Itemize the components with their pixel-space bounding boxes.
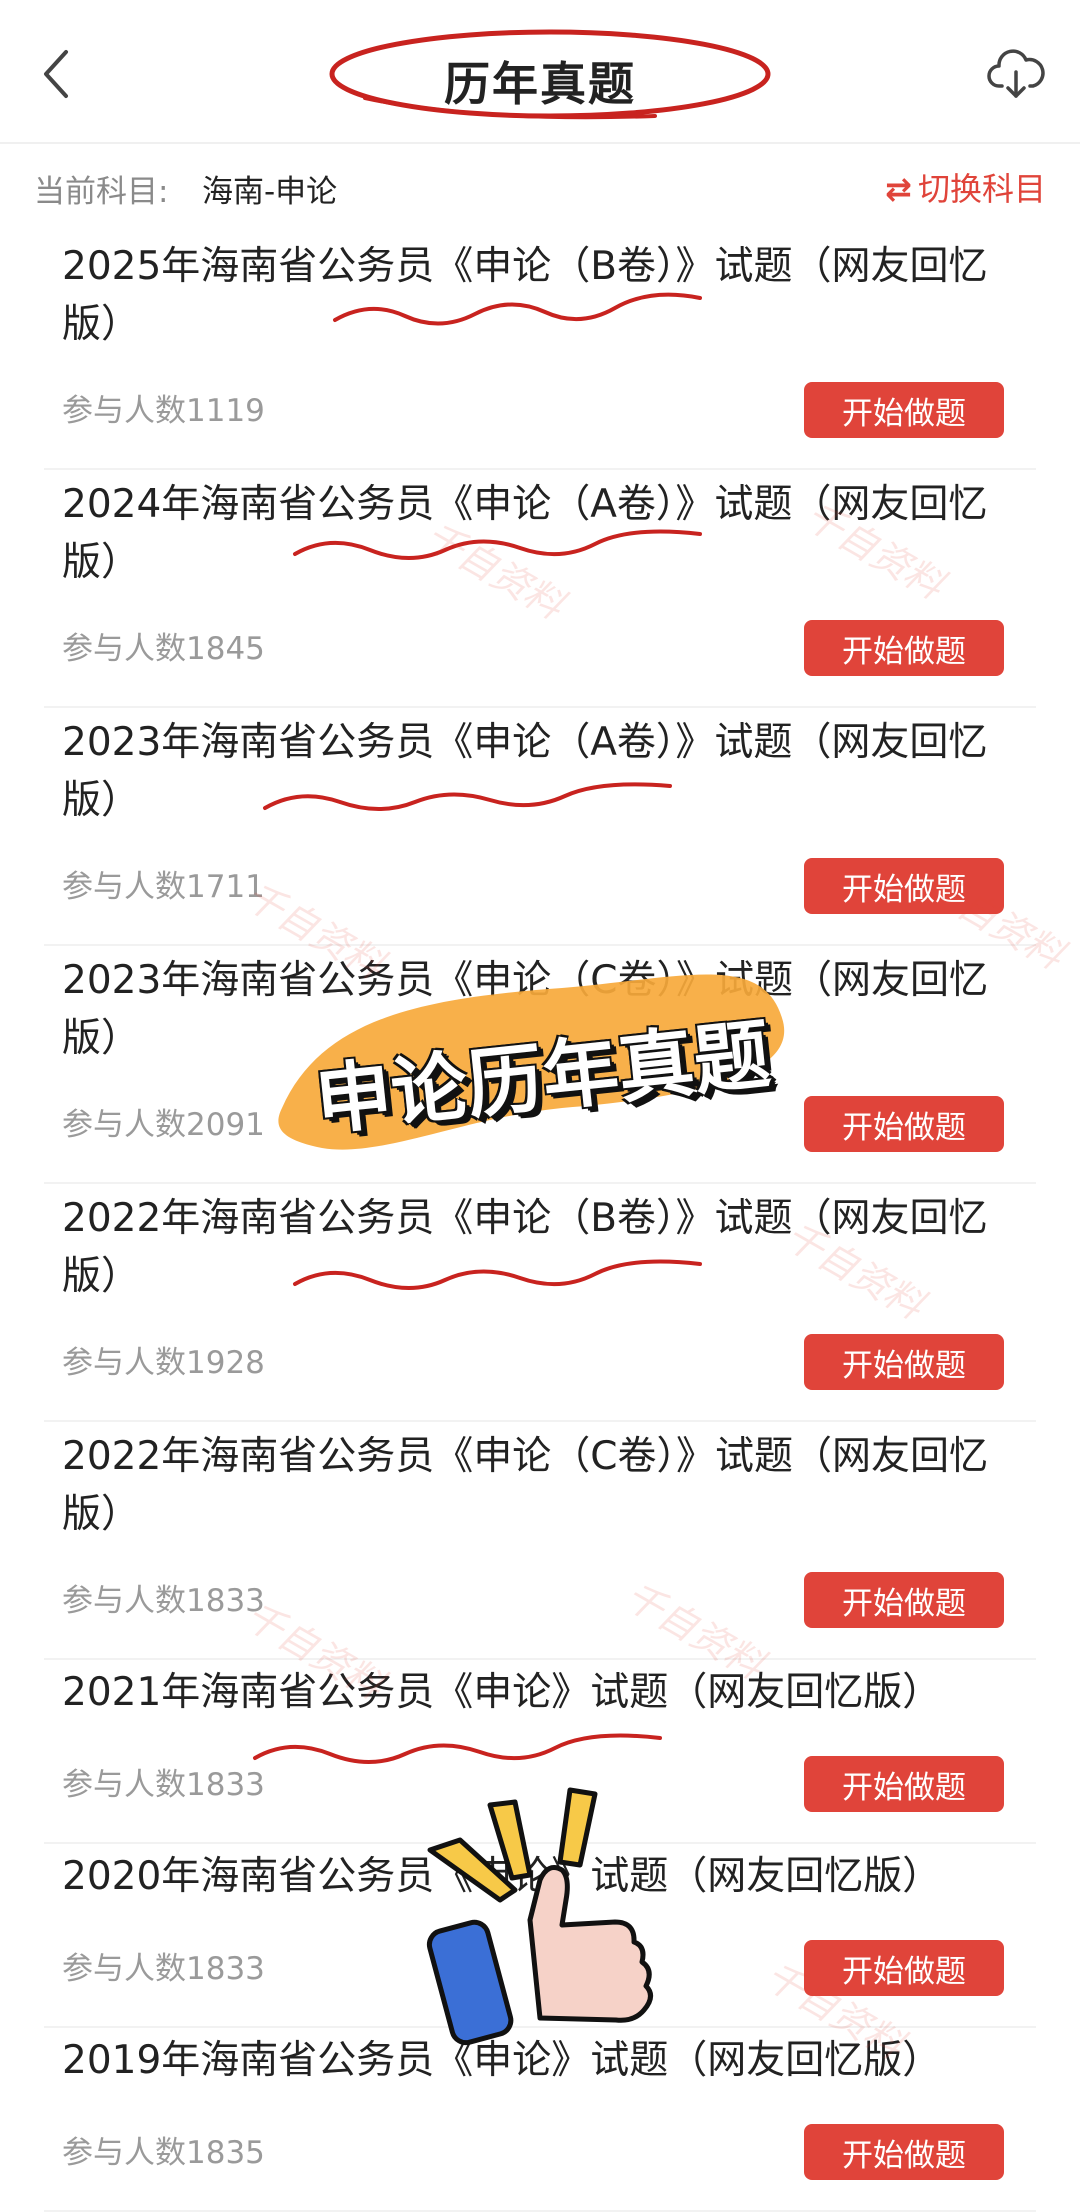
item-participant-count: 参与人数1833: [62, 1583, 265, 1619]
item-title: 2021年海南省公务员《申论》试题（网友回忆版）: [62, 1670, 942, 1715]
item-participant-count: 参与人数1845: [62, 631, 265, 667]
subject-bar: 当前科目: 海南-申论 ⇄ 切换科目: [0, 150, 1080, 230]
switch-subject-label: 切换科目: [917, 170, 1046, 208]
list-item[interactable]: 2022年海南省公务员《申论（B卷）》试题（网友回忆版） 参与人数1928 开始…: [44, 1184, 1036, 1422]
start-button[interactable]: 开始做题: [804, 1334, 1004, 1390]
item-participant-count: 参与人数1833: [62, 1767, 265, 1803]
switch-subject-button[interactable]: ⇄ 切换科目: [885, 164, 1046, 210]
subject-label: 当前科目:: [34, 174, 169, 210]
download-button[interactable]: [986, 44, 1046, 104]
list-item[interactable]: 2022年海南省公务员《申论（C卷）》试题（网友回忆版） 参与人数1833 开始…: [44, 1422, 1036, 1660]
start-button[interactable]: 开始做题: [804, 1756, 1004, 1812]
start-button[interactable]: 开始做题: [804, 382, 1004, 438]
start-button[interactable]: 开始做题: [804, 1572, 1004, 1628]
list-item[interactable]: 2020年海南省公务员《申论》试题（网友回忆版） 参与人数1833 开始做题: [44, 1844, 1036, 2028]
swap-icon: ⇄: [885, 170, 912, 208]
start-button[interactable]: 开始做题: [804, 2124, 1004, 2180]
item-title: 2019年海南省公务员《申论》试题（网友回忆版）: [62, 2038, 942, 2083]
item-title: 2023年海南省公务员《申论（A卷）》试题（网友回忆版）: [62, 720, 988, 823]
start-button[interactable]: 开始做题: [804, 1940, 1004, 1996]
item-title: 2022年海南省公务员《申论（C卷）》试题（网友回忆版）: [62, 1434, 988, 1537]
list-item[interactable]: 2023年海南省公务员《申论（A卷）》试题（网友回忆版） 参与人数1711 开始…: [44, 708, 1036, 946]
list-item[interactable]: 2025年海南省公务员《申论（B卷）》试题（网友回忆版） 参与人数1119 开始…: [44, 232, 1036, 470]
cloud-download-icon: [987, 49, 1045, 98]
start-button[interactable]: 开始做题: [804, 620, 1004, 676]
item-participant-count: 参与人数1835: [62, 2135, 265, 2171]
top-bar: 历年真题: [0, 0, 1080, 144]
item-title: 2023年海南省公务员《申论（C卷）》试题（网友回忆版）: [62, 958, 988, 1061]
item-title: 2020年海南省公务员《申论》试题（网友回忆版）: [62, 1854, 942, 1899]
item-title: 2022年海南省公务员《申论（B卷）》试题（网友回忆版）: [62, 1196, 988, 1299]
list-item[interactable]: 2019年海南省公务员《申论》试题（网友回忆版） 参与人数1835 开始做题: [44, 2028, 1036, 2212]
page-title: 历年真题: [444, 57, 636, 111]
list-item[interactable]: 2024年海南省公务员《申论（A卷）》试题（网友回忆版） 参与人数1845 开始…: [44, 470, 1036, 708]
item-participant-count: 参与人数2091: [62, 1107, 265, 1143]
item-title: 2025年海南省公务员《申论（B卷）》试题（网友回忆版）: [62, 244, 988, 347]
item-participant-count: 参与人数1928: [62, 1345, 265, 1381]
list-item[interactable]: 2021年海南省公务员《申论》试题（网友回忆版） 参与人数1833 开始做题: [44, 1660, 1036, 1844]
start-button[interactable]: 开始做题: [804, 1096, 1004, 1152]
subject-value: 海南-申论: [202, 174, 338, 210]
item-participant-count: 参与人数1711: [62, 869, 265, 905]
item-participant-count: 参与人数1119: [62, 393, 265, 429]
exam-list: 2025年海南省公务员《申论（B卷）》试题（网友回忆版） 参与人数1119 开始…: [0, 232, 1080, 2212]
list-item[interactable]: 2023年海南省公务员《申论（C卷）》试题（网友回忆版） 参与人数2091 开始…: [44, 946, 1036, 1184]
item-participant-count: 参与人数1833: [62, 1951, 265, 1987]
start-button[interactable]: 开始做题: [804, 858, 1004, 914]
item-title: 2024年海南省公务员《申论（A卷）》试题（网友回忆版）: [62, 482, 988, 585]
